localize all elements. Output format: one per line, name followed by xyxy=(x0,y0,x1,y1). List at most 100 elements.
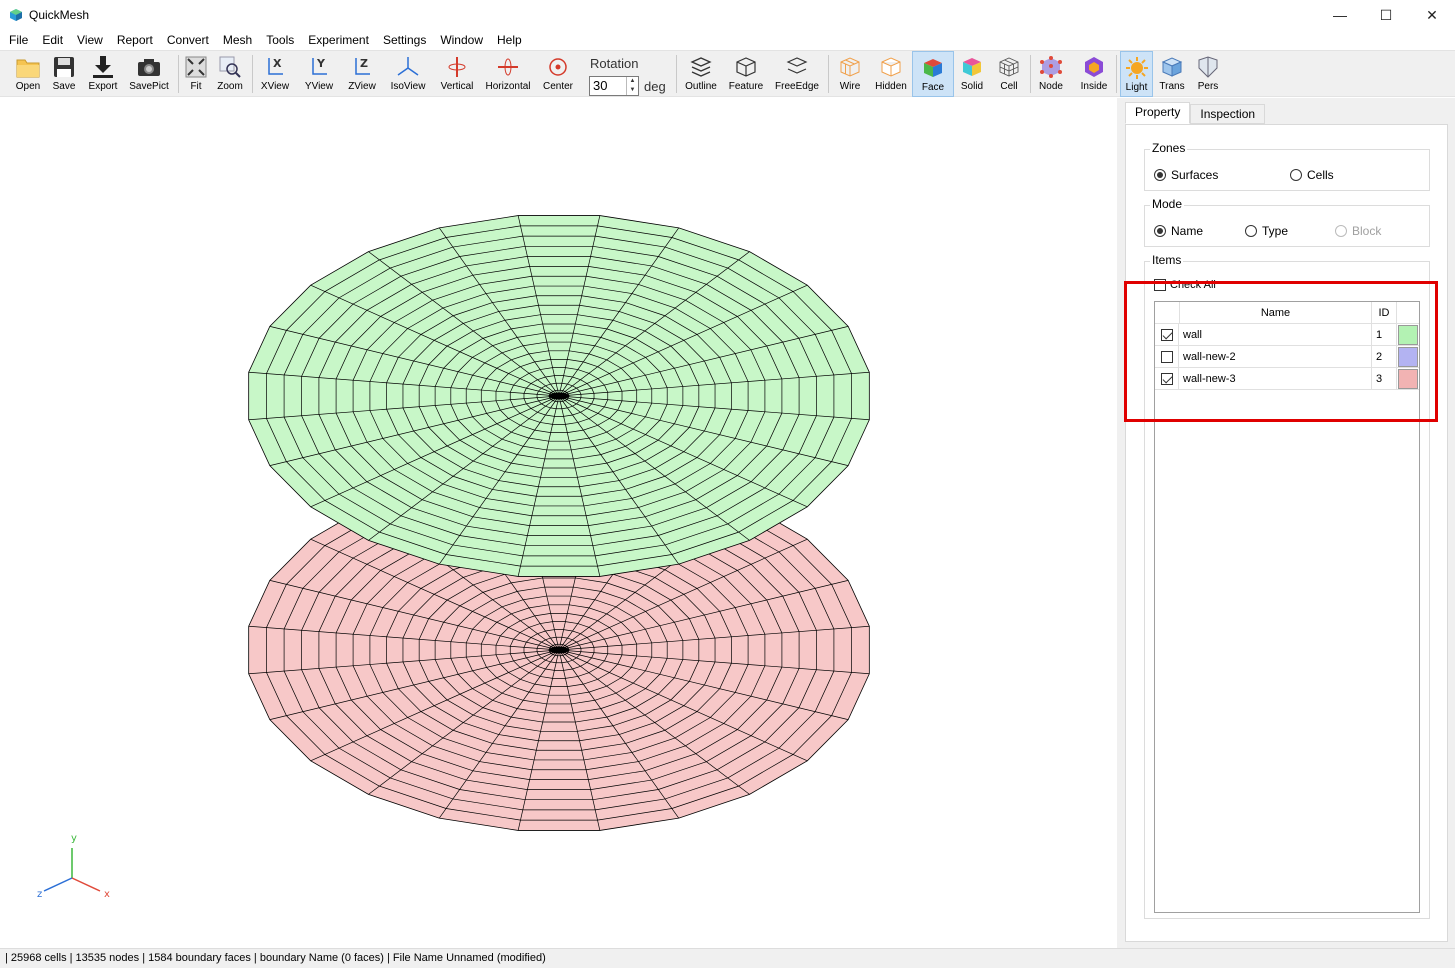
zones-surfaces-radio[interactable]: Surfaces xyxy=(1154,168,1218,182)
face-button[interactable]: Face xyxy=(912,51,954,97)
savepict-button[interactable]: SavePict xyxy=(126,51,172,97)
rotation-value: 30 xyxy=(593,78,608,93)
vertical-rotate-icon xyxy=(448,57,466,77)
svg-text:Z: Z xyxy=(360,57,368,70)
menu-report[interactable]: Report xyxy=(117,33,153,47)
surface-wall[interactable] xyxy=(248,215,870,577)
rotation-spinbox[interactable]: 30 ▲ ▼ xyxy=(589,76,639,96)
mode-title: Mode xyxy=(1150,197,1185,211)
solid-button[interactable]: Solid xyxy=(956,51,988,97)
menu-help[interactable]: Help xyxy=(497,33,522,47)
feature-button[interactable]: Feature xyxy=(725,51,767,97)
rotation-control: Rotation 30 ▲ ▼ deg xyxy=(588,54,668,96)
z-axis-label: z xyxy=(37,889,42,900)
inside-button[interactable]: Inside xyxy=(1076,51,1112,97)
trans-button[interactable]: Trans xyxy=(1156,51,1188,97)
table-row[interactable]: wall-new-3 3 xyxy=(1155,368,1419,390)
x-axis-label: x xyxy=(104,889,110,900)
menu-edit[interactable]: Edit xyxy=(42,33,63,47)
pers-button[interactable]: Pers xyxy=(1193,51,1223,97)
y-axis-view-icon: Y xyxy=(312,57,327,75)
maximize-button[interactable]: ☐ xyxy=(1363,0,1409,30)
row-checkbox[interactable] xyxy=(1160,373,1173,385)
app-logo-icon xyxy=(10,9,22,21)
table-row[interactable]: wall 1 xyxy=(1155,324,1419,346)
menu-convert[interactable]: Convert xyxy=(167,33,209,47)
xview-button[interactable]: X XView xyxy=(256,51,294,97)
hidden-button[interactable]: Hidden xyxy=(871,51,911,97)
property-tab-body: Zones Surfaces Cells Mode Name Type Bloc… xyxy=(1125,124,1448,942)
menu-file[interactable]: File xyxy=(9,33,28,47)
hidden-icon xyxy=(881,57,901,77)
row-name: wall-new-3 xyxy=(1179,368,1372,390)
window-title: QuickMesh xyxy=(29,8,90,22)
menu-window[interactable]: Window xyxy=(440,33,483,47)
zview-button[interactable]: Z ZView xyxy=(343,51,381,97)
outline-button[interactable]: Outline xyxy=(682,51,720,97)
rotation-label: Rotation xyxy=(590,56,639,71)
row-id: 1 xyxy=(1372,324,1397,346)
horizontal-rotate-icon xyxy=(498,58,518,76)
mode-group: Mode Name Type Block xyxy=(1144,197,1430,247)
3d-viewport[interactable]: y x z xyxy=(0,98,1117,948)
wire-button[interactable]: Wire xyxy=(833,51,867,97)
column-header-id[interactable]: ID xyxy=(1372,302,1397,324)
horizontal-button[interactable]: Horizontal xyxy=(483,51,533,97)
table-row[interactable]: wall-new-2 2 xyxy=(1155,346,1419,368)
zones-group: Zones Surfaces Cells xyxy=(1144,141,1430,191)
fit-icon xyxy=(185,56,207,78)
toolbar-separator xyxy=(1030,55,1031,93)
zoom-button[interactable]: Zoom xyxy=(213,51,247,97)
trans-icon xyxy=(1161,57,1183,77)
menu-mesh[interactable]: Mesh xyxy=(223,33,252,47)
vertical-button[interactable]: Vertical xyxy=(437,51,477,97)
menu-tools[interactable]: Tools xyxy=(266,33,294,47)
save-button[interactable]: Save xyxy=(48,51,80,97)
column-header-name[interactable]: Name xyxy=(1179,302,1372,324)
spin-arrows-icon[interactable]: ▲ ▼ xyxy=(626,77,638,95)
cell-icon xyxy=(999,57,1019,77)
yview-button[interactable]: Y YView xyxy=(300,51,338,97)
mode-name-radio[interactable]: Name xyxy=(1154,224,1203,238)
check-all-checkbox[interactable]: Check All xyxy=(1154,279,1216,291)
menu-experiment[interactable]: Experiment xyxy=(308,33,369,47)
face-icon xyxy=(924,59,942,77)
download-icon xyxy=(93,56,113,78)
row-id: 2 xyxy=(1372,346,1397,368)
toolbar-separator xyxy=(178,55,179,93)
isoview-button[interactable]: IsoView xyxy=(387,51,429,97)
center-button[interactable]: Center xyxy=(539,51,577,97)
cell-button[interactable]: Cell xyxy=(993,51,1025,97)
fit-button[interactable]: Fit xyxy=(182,51,210,97)
menu-bar: File Edit View Report Convert Mesh Tools… xyxy=(0,30,1455,50)
light-button[interactable]: Light xyxy=(1120,51,1153,97)
menu-settings[interactable]: Settings xyxy=(383,33,426,47)
pers-icon xyxy=(1198,56,1218,78)
zones-cells-radio[interactable]: Cells xyxy=(1290,168,1334,182)
svg-text:X: X xyxy=(273,57,282,70)
toolbar: Open Save Export SavePict Fit Zoom X XVi… xyxy=(0,50,1455,97)
toolbar-separator xyxy=(828,55,829,93)
mesh-scene[interactable]: y x z xyxy=(0,98,1117,948)
node-icon xyxy=(1040,56,1062,78)
row-checkbox[interactable] xyxy=(1160,351,1173,363)
inside-icon xyxy=(1085,57,1103,77)
free-edge-icon xyxy=(786,57,808,74)
tab-property[interactable]: Property xyxy=(1125,102,1191,124)
tab-inspection[interactable]: Inspection xyxy=(1190,104,1266,124)
color-swatch[interactable] xyxy=(1398,325,1418,345)
node-button[interactable]: Node xyxy=(1034,51,1068,97)
color-swatch[interactable] xyxy=(1398,369,1418,389)
mode-type-radio[interactable]: Type xyxy=(1245,224,1288,238)
export-button[interactable]: Export xyxy=(84,51,122,97)
menu-view[interactable]: View xyxy=(77,33,103,47)
freeedge-button[interactable]: FreeEdge xyxy=(772,51,822,97)
row-name: wall xyxy=(1179,324,1372,346)
minimize-button[interactable]: — xyxy=(1317,0,1363,30)
floppy-icon xyxy=(54,57,74,77)
row-checkbox[interactable] xyxy=(1160,329,1173,341)
color-swatch[interactable] xyxy=(1398,347,1418,367)
open-button[interactable]: Open xyxy=(10,51,46,97)
close-button[interactable]: ✕ xyxy=(1409,0,1455,30)
x-axis-line xyxy=(71,877,101,892)
